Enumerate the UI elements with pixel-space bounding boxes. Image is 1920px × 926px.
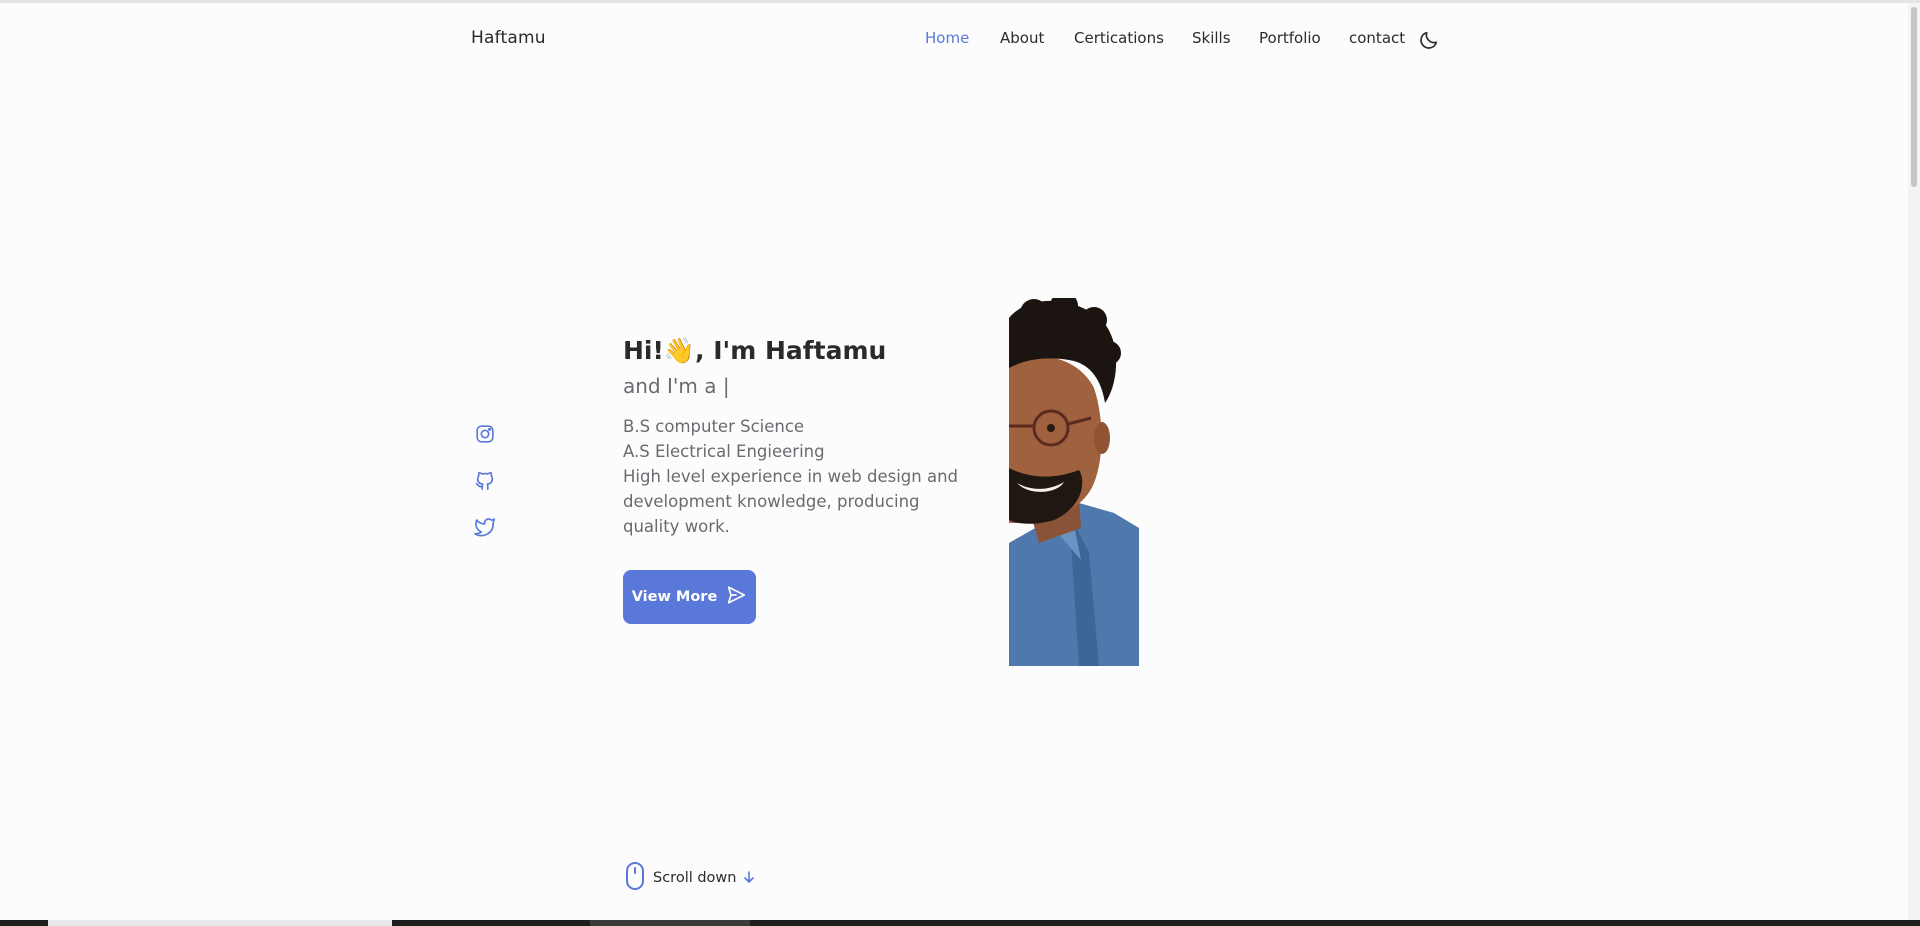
description-line: B.S computer Science bbox=[623, 417, 805, 436]
hero-title: Hi!👋, I'm Haftamu bbox=[623, 336, 886, 366]
site-logo[interactable]: Haftamu bbox=[471, 28, 546, 48]
portrait-photo bbox=[1009, 298, 1139, 666]
hero-description: B.S computer Science A.S Electrical Engi… bbox=[623, 414, 959, 539]
mouse-icon bbox=[625, 861, 645, 895]
nav-skills[interactable]: Skills bbox=[1192, 29, 1231, 47]
page-scrollbar[interactable] bbox=[1908, 3, 1920, 926]
nav-certifications[interactable]: Certications bbox=[1074, 29, 1164, 47]
nav-home[interactable]: Home bbox=[925, 29, 969, 47]
waving-hand-icon: 👋 bbox=[663, 336, 696, 365]
send-icon bbox=[725, 584, 747, 610]
description-line: development knowledge, producing bbox=[623, 492, 920, 511]
site-header: Haftamu Home About Certications Skills P… bbox=[0, 0, 1908, 78]
description-line: High level experience in web design and bbox=[623, 467, 959, 486]
twitter-icon[interactable] bbox=[474, 515, 496, 541]
hero-title-prefix: Hi! bbox=[623, 336, 664, 365]
bottom-bar bbox=[0, 920, 1920, 926]
arrow-down-icon bbox=[742, 869, 756, 888]
hero-subtitle: and I'm a | bbox=[623, 374, 730, 398]
hero-title-name: , I'm Haftamu bbox=[695, 336, 887, 365]
scroll-down-label: Scroll down bbox=[653, 870, 737, 886]
github-icon[interactable] bbox=[474, 469, 496, 495]
bottom-bar-segment bbox=[590, 920, 750, 926]
description-line: A.S Electrical Engieering bbox=[623, 442, 825, 461]
scrollbar-thumb[interactable] bbox=[1911, 7, 1917, 187]
description-line: quality work. bbox=[623, 517, 730, 536]
view-more-label: View More bbox=[631, 589, 718, 605]
instagram-icon[interactable] bbox=[474, 423, 496, 449]
moon-icon[interactable] bbox=[1418, 29, 1440, 51]
view-more-button[interactable]: View More bbox=[623, 570, 756, 624]
bottom-bar-segment bbox=[48, 920, 392, 926]
nav-contact[interactable]: contact bbox=[1349, 29, 1405, 47]
nav-about[interactable]: About bbox=[1000, 29, 1044, 47]
nav-portfolio[interactable]: Portfolio bbox=[1259, 29, 1321, 47]
scroll-down-link[interactable]: Scroll down bbox=[625, 861, 756, 895]
